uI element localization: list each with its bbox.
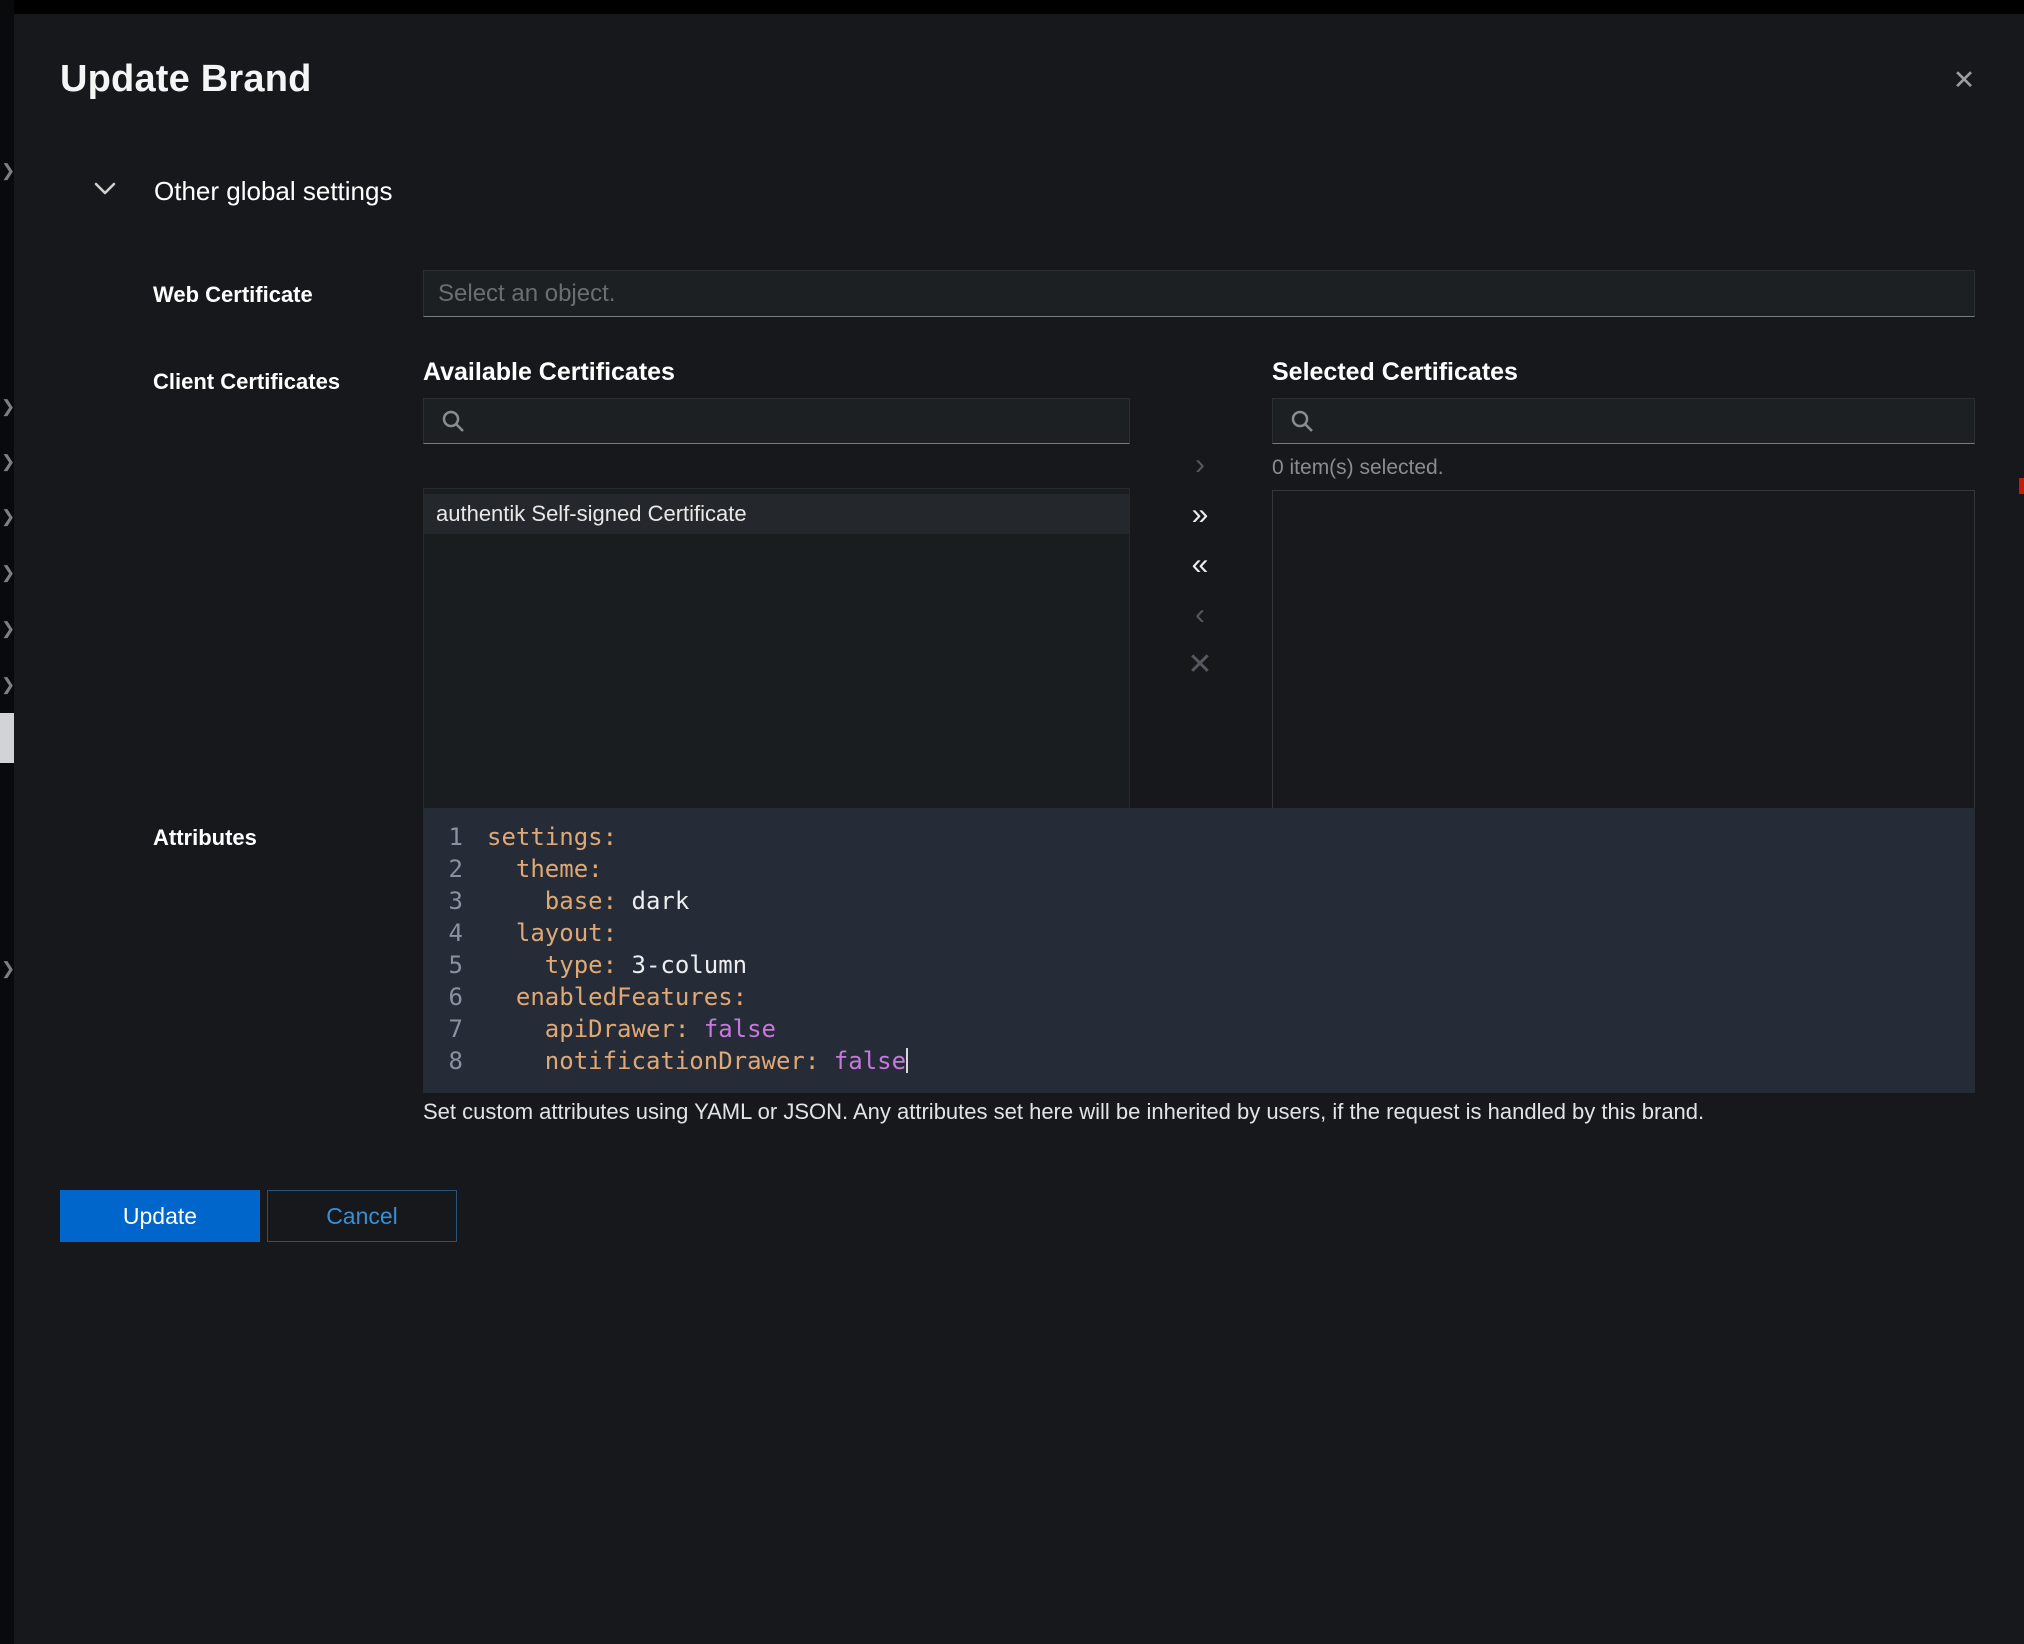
code-line: 2 theme: (435, 853, 1975, 885)
text-cursor (906, 1048, 908, 1073)
sidebar-chevron-icon: ❯ (1, 162, 14, 179)
yaml-value: 3-column (617, 951, 747, 979)
available-search-input[interactable] (423, 398, 1130, 444)
selected-certificates-title: Selected Certificates (1272, 358, 1975, 388)
remove-selected-button[interactable]: ‹ (1150, 590, 1250, 640)
yaml-key: layout: (487, 919, 617, 947)
update-button[interactable]: Update (60, 1190, 260, 1242)
chevron-down-icon (94, 182, 116, 201)
yaml-key: type: (487, 951, 617, 979)
line-number: 1 (435, 821, 463, 853)
add-selected-button[interactable]: › (1150, 440, 1250, 490)
attributes-help-text: Set custom attributes using YAML or JSON… (423, 1098, 1968, 1127)
sidebar-active-indicator (0, 713, 14, 763)
line-number: 6 (435, 981, 463, 1013)
sidebar-chevron-icon: ❯ (1, 453, 14, 470)
client-certificates-label: Client Certificates (153, 369, 340, 395)
chevron-left-icon: ‹ (1195, 598, 1205, 631)
available-certificates-title: Available Certificates (423, 358, 1130, 388)
sidebar-chevron-icon: ❯ (1, 620, 14, 637)
sidebar-chevron-icon: ❯ (1, 564, 14, 581)
line-number: 5 (435, 949, 463, 981)
background-sidebar: ❯ ❯ ❯ ❯ ❯ ❯ ❯ ❯ (0, 0, 14, 1644)
other-global-settings-toggle[interactable]: Other global settings (94, 176, 392, 207)
line-number: 2 (435, 853, 463, 885)
code-line: 8 notificationDrawer: false (435, 1045, 1975, 1077)
line-number: 3 (435, 885, 463, 917)
yaml-key: notificationDrawer: (487, 1047, 819, 1075)
background-red-sliver (2019, 478, 2024, 494)
web-certificate-label: Web Certificate (153, 282, 313, 308)
yaml-key: enabledFeatures: (487, 983, 747, 1011)
line-number: 7 (435, 1013, 463, 1045)
chevron-right-icon: › (1195, 448, 1205, 481)
double-chevron-left-icon: « (1192, 548, 1209, 581)
sidebar-chevron-icon: ❯ (1, 398, 14, 415)
remove-all-button[interactable]: « (1150, 540, 1250, 590)
screen: ❯ ❯ ❯ ❯ ❯ ❯ ❯ ❯ Update Brand ✕ Other glo… (0, 0, 2024, 1644)
attributes-code-editor[interactable]: 1 settings: 2 theme: 3 base: dark 4 layo… (423, 808, 1975, 1093)
sidebar-chevron-icon: ❯ (1, 676, 14, 693)
clear-selection-button[interactable]: ✕ (1150, 640, 1250, 690)
yaml-value: dark (617, 887, 689, 915)
yaml-key: apiDrawer: (487, 1015, 689, 1043)
line-number: 4 (435, 917, 463, 949)
sidebar-chevron-icon: ❯ (1, 508, 14, 525)
section-label: Other global settings (154, 176, 392, 207)
double-chevron-right-icon: » (1192, 498, 1209, 531)
sidebar-chevron-icon: ❯ (1, 960, 14, 977)
cancel-button[interactable]: Cancel (267, 1190, 457, 1242)
code-line: 5 type: 3-column (435, 949, 1975, 981)
yaml-key: settings: (487, 823, 617, 851)
transfer-controls: › » « ‹ ✕ (1150, 440, 1250, 690)
code-line: 7 apiDrawer: false (435, 1013, 1975, 1045)
close-icon: ✕ (1953, 65, 1976, 95)
add-all-button[interactable]: » (1150, 490, 1250, 540)
update-brand-modal: Update Brand ✕ Other global settings Web… (14, 14, 2024, 1644)
yaml-value: false (689, 1015, 776, 1043)
close-button[interactable]: ✕ (1942, 58, 1986, 102)
line-number: 8 (435, 1045, 463, 1077)
list-item-authentik-cert[interactable]: authentik Self-signed Certificate (424, 494, 1129, 534)
code-line: 4 layout: (435, 917, 1975, 949)
code-line: 3 base: dark (435, 885, 1975, 917)
yaml-value: false (819, 1047, 906, 1075)
attributes-label: Attributes (153, 825, 257, 851)
yaml-key: theme: (487, 855, 603, 883)
code-line: 6 enabledFeatures: (435, 981, 1975, 1013)
selected-status: 0 item(s) selected. (1272, 456, 1975, 482)
code-line: 1 settings: (435, 821, 1975, 853)
modal-title: Update Brand (60, 58, 312, 101)
selected-search-input[interactable] (1272, 398, 1975, 444)
web-certificate-input[interactable] (423, 270, 1975, 317)
clear-icon: ✕ (1187, 648, 1212, 681)
yaml-key: base: (487, 887, 617, 915)
